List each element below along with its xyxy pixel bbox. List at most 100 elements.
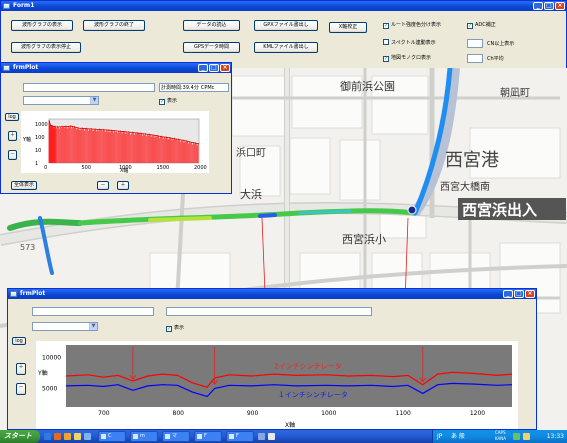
- mono-map-checkbox[interactable]: ✓ 地図モノクロ表示: [383, 55, 431, 62]
- firefox-icon[interactable]: [54, 433, 61, 440]
- plot2-window: frmPlot _ □ × ▼ ✓ 表示 log ＋ － 2インチシンチレータ １イ…: [7, 288, 537, 430]
- plot2-window-controls: _ □ ×: [503, 290, 535, 298]
- form1-titlebar[interactable]: Form1: [1, 1, 566, 11]
- plot1-cpm-label: CPMc: [200, 85, 215, 91]
- plot2-close-button[interactable]: ×: [525, 290, 535, 298]
- plot1-x-tick-label: 2000: [194, 165, 207, 171]
- taskbar-task-1[interactable]: C: [98, 431, 126, 442]
- task-window-icon: [101, 434, 106, 439]
- plot1-file-input[interactable]: [23, 83, 155, 92]
- plot2-side-plus-button[interactable]: ＋: [16, 363, 26, 375]
- current-position-marker: [407, 205, 417, 215]
- arrow-icon[interactable]: [258, 433, 265, 440]
- show-all-button[interactable]: 全体表示: [11, 181, 37, 190]
- start-button[interactable]: スタート: [0, 430, 40, 443]
- taskbar-task-4[interactable]: F: [194, 431, 222, 442]
- close-button[interactable]: ×: [555, 2, 565, 10]
- notepad-icon[interactable]: [268, 433, 275, 440]
- plot2-y-axis-label: Y軸: [37, 369, 48, 377]
- plot1-x-tick-label: 1500: [157, 165, 170, 171]
- plot2-y-tick-label: 10000: [42, 354, 61, 361]
- clock[interactable]: 13:33: [547, 430, 564, 443]
- route-color-checkbox[interactable]: ✓ ルート強度色分け表示: [383, 22, 441, 29]
- plot2-file-input[interactable]: [32, 307, 154, 316]
- cn-above-label: CN以上表示: [487, 41, 515, 47]
- map-label-hamade: 西宮浜出入: [462, 201, 537, 219]
- plot1-log-button[interactable]: log: [5, 113, 19, 121]
- form-app-icon: [3, 3, 10, 9]
- taskbar-task-2-label: m: [140, 433, 145, 439]
- plot1-side-minus-button[interactable]: －: [8, 150, 17, 160]
- plot2-channel-select[interactable]: ▼: [32, 322, 98, 331]
- folder-icon[interactable]: [74, 433, 81, 440]
- plot1-minimize-button[interactable]: _: [198, 64, 208, 72]
- chevron-down-icon[interactable]: ▼: [89, 323, 97, 330]
- adc-correction-checkbox[interactable]: ✓ ADC補正: [467, 22, 496, 29]
- plot1-x-tick-label: 500: [82, 165, 92, 171]
- plot1-side-plus-button[interactable]: ＋: [8, 131, 17, 141]
- plot2-minimize-button[interactable]: _: [503, 290, 513, 298]
- plot2-log-button[interactable]: log: [12, 337, 26, 345]
- taskbar-task-5-label: F: [236, 433, 239, 439]
- export-kml-button[interactable]: KMLファイル書出し: [254, 42, 318, 53]
- plot2-series-1inch-label: １インチシンチレータ: [278, 390, 348, 399]
- plot1-plus-button[interactable]: ＋: [117, 181, 129, 190]
- plot2-restore-button[interactable]: □: [514, 290, 524, 298]
- chevron-down-icon[interactable]: ▼: [90, 97, 98, 104]
- plot1-show-checkbox[interactable]: ✓ 表示: [159, 98, 177, 105]
- plot1-y-tick-label: 1000: [35, 122, 48, 128]
- plot1-restore-button[interactable]: □: [209, 64, 219, 72]
- export-gpx-button[interactable]: GPXファイル書出し: [254, 20, 318, 31]
- ie-icon[interactable]: [44, 433, 51, 440]
- plot2-x-axis-label: X軸: [285, 421, 295, 429]
- spectrum-box[interactable]: [383, 39, 389, 45]
- plot2-y-tick-label: 5000: [42, 385, 57, 392]
- show-waveform-button[interactable]: 波形グラフの表示: [11, 20, 73, 31]
- ime-indicator[interactable]: あ 般: [451, 430, 465, 443]
- plot1-titlebar[interactable]: frmPlot: [1, 63, 231, 73]
- plot1-x-tick-label: 0: [44, 165, 47, 171]
- plot1-close-button[interactable]: ×: [220, 64, 230, 72]
- plot2-x-tick-label: 1200: [470, 410, 485, 417]
- plot2-titlebar[interactable]: frmPlot: [8, 289, 536, 299]
- spectrum-checkbox[interactable]: スペクトル連動表示: [383, 39, 436, 47]
- plot1-time-label: 計測時間:39.4分: [161, 85, 199, 91]
- mono-map-box[interactable]: ✓: [383, 56, 389, 62]
- task-window-icon: [165, 434, 170, 439]
- taskbar-task-2[interactable]: m: [130, 431, 158, 442]
- taskbar-task-3[interactable]: マ: [162, 431, 190, 442]
- gps-time-button[interactable]: GPSデータ時間: [183, 42, 240, 53]
- show-desktop-icon[interactable]: [84, 433, 91, 440]
- network-icon[interactable]: [513, 433, 520, 440]
- x-axis-correction-button[interactable]: X軸校正: [329, 22, 367, 33]
- route-color-box[interactable]: ✓: [383, 23, 389, 29]
- plot1-channel-select[interactable]: ▼: [23, 96, 99, 105]
- task-window-icon: [197, 434, 202, 439]
- minimize-button[interactable]: _: [533, 2, 543, 10]
- map-label-park: 御前浜公園: [340, 79, 395, 93]
- plot2-title: frmPlot: [20, 290, 46, 297]
- stop-waveform-button[interactable]: 波形グラフの表示停止: [11, 42, 81, 53]
- ch-average-input[interactable]: [467, 54, 483, 63]
- plot2-show-box[interactable]: ✓: [166, 326, 172, 332]
- map-label-school: 西宮浜小: [342, 232, 386, 246]
- restore-button[interactable]: □: [544, 2, 554, 10]
- plot2-show-checkbox[interactable]: ✓ 表示: [166, 325, 184, 332]
- read-data-button[interactable]: データの読込: [183, 20, 240, 31]
- map-label-asagiri: 朝凪町: [500, 87, 530, 99]
- plot1-app-icon: [3, 65, 10, 71]
- plot1-show-box[interactable]: ✓: [159, 99, 165, 105]
- form1-title: Form1: [13, 2, 35, 9]
- plot1-time-box: 計測時間:39.4分 CPMc: [159, 83, 229, 92]
- volume-icon[interactable]: [523, 433, 530, 440]
- map-label-route: 573: [20, 243, 35, 252]
- plot1-minus-button[interactable]: －: [97, 181, 109, 190]
- plot2-side-minus-button[interactable]: －: [16, 383, 26, 395]
- taskbar-task-1-label: C: [108, 433, 112, 439]
- cn-threshold-input[interactable]: [467, 39, 483, 48]
- language-indicator[interactable]: JP: [437, 430, 442, 443]
- media-player-icon[interactable]: [64, 433, 71, 440]
- adc-correction-box[interactable]: ✓: [467, 23, 473, 29]
- end-waveform-button[interactable]: 波形グラフの終了: [83, 20, 145, 31]
- taskbar-task-5[interactable]: F: [226, 431, 254, 442]
